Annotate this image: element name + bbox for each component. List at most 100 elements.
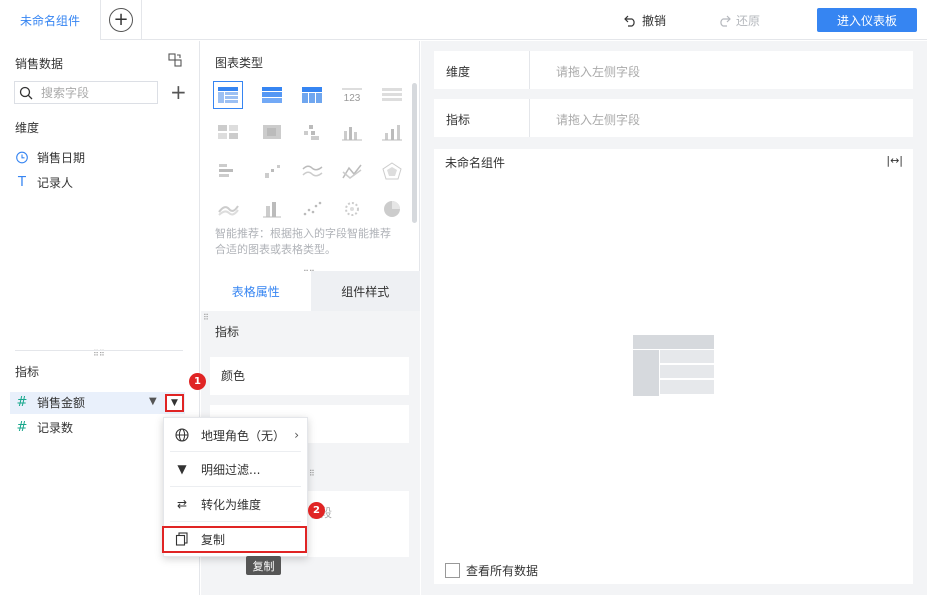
component-canvas: 未命名组件 |↔| 查看所有数据 — [434, 149, 913, 584]
view-all-label: 查看所有数据 — [466, 564, 539, 578]
pie-chart-icon[interactable] — [377, 195, 407, 223]
bar-chart-icon[interactable] — [337, 118, 367, 146]
field-recorder[interactable]: T 记录人 — [15, 174, 73, 191]
tab-label: 未命名组件 — [19, 13, 80, 28]
field-sales-date[interactable]: 销售日期 — [15, 149, 85, 166]
cross-table-icon[interactable] — [297, 81, 327, 109]
area-chart-icon[interactable] — [337, 157, 367, 185]
tab-component[interactable]: 未命名组件 — [0, 0, 101, 40]
number-card-label: 123 — [344, 93, 361, 104]
add-field-icon[interactable]: + — [170, 81, 187, 103]
tab-divider — [141, 0, 142, 40]
property-tabs: 表格属性 组件样式 — [201, 271, 420, 311]
line-chart-icon[interactable] — [297, 157, 327, 185]
text-type-icon: T — [18, 175, 26, 190]
menu-label: 转化为维度 — [201, 497, 262, 512]
radar-chart-icon[interactable] — [377, 157, 407, 185]
column-chart-icon[interactable] — [377, 118, 407, 146]
field-label: 记录人 — [37, 176, 74, 190]
caret-down-icon: ▼ — [171, 398, 178, 408]
scatter-bars-icon[interactable] — [257, 157, 287, 185]
switch-dataset-icon[interactable] — [168, 53, 182, 67]
canvas-area: 维度 请拖入左侧字段 指标 请拖入左侧字段 未命名组件 |↔| 查看所有数据 — [421, 41, 927, 595]
clock-icon — [16, 151, 28, 164]
resize-grip-icon[interactable]: ⠿ — [203, 313, 209, 322]
field-label: 记录数 — [37, 421, 74, 435]
indicator-dropzone[interactable]: 指标 请拖入左侧字段 — [434, 99, 913, 137]
enter-dashboard-label: 进入仪表板 — [836, 13, 897, 28]
chevron-right-icon: › — [294, 428, 299, 442]
add-tab-icon[interactable]: + — [109, 8, 133, 32]
enter-dashboard-button[interactable]: 进入仪表板 — [817, 8, 917, 32]
dimensions-heading: 维度 — [15, 121, 40, 135]
stream-chart-icon[interactable] — [213, 195, 243, 223]
smart-recommend-hint: 智能推荐：根据拖入的字段智能推荐合适的图表或表格类型。 — [215, 227, 391, 256]
scatter-plot-icon[interactable] — [297, 195, 327, 223]
chart-type-scrollbar[interactable] — [412, 83, 417, 223]
field-label: 销售金额 — [37, 396, 86, 410]
search-placeholder: 搜索字段 — [41, 86, 90, 100]
tab-label: 表格属性 — [231, 284, 280, 299]
grouped-table-icon[interactable] — [213, 81, 243, 109]
view-all-data-toggle[interactable]: 查看所有数据 — [445, 562, 538, 579]
redo-icon — [720, 15, 731, 27]
chart-type-title: 图表类型 — [215, 56, 264, 70]
menu-item-detail-filter[interactable]: ▼ 明细过滤... — [164, 452, 307, 486]
hash-icon: # — [16, 395, 28, 410]
dropzone-divider — [529, 99, 530, 137]
view-all-checkbox[interactable] — [445, 563, 460, 578]
field-sales-amount[interactable]: # 销售金额 — [15, 394, 85, 411]
dataset-title: 销售数据 — [15, 57, 64, 71]
dropzone-divider — [529, 51, 530, 89]
field-record-count[interactable]: # 记录数 — [15, 419, 73, 436]
horizontal-bar-icon[interactable] — [213, 157, 243, 185]
list-table-icon[interactable] — [377, 81, 407, 109]
dimension-dropzone[interactable]: 维度 请拖入左侧字段 — [434, 51, 913, 89]
step-badge-1: 1 — [189, 373, 206, 390]
kpi-grid-icon[interactable] — [213, 118, 243, 146]
top-bar: 未命名组件 + 撤销 还原 进入仪表板 — [0, 0, 927, 40]
indicators-heading: 指标 — [15, 365, 40, 379]
empty-table-illustration — [633, 335, 714, 396]
search-input[interactable]: 搜索字段 — [14, 81, 158, 104]
tab-table-properties[interactable]: 表格属性 — [201, 271, 311, 311]
swap-icon: ⇄ — [176, 497, 188, 511]
bubble-chart-icon[interactable] — [337, 195, 367, 223]
number-card-icon[interactable]: 123 — [337, 81, 367, 109]
detail-table-icon[interactable] — [257, 81, 287, 109]
step-badge-2: 2 — [308, 502, 325, 519]
menu-item-convert-dimension[interactable]: ⇄ 转化为维度 — [164, 487, 307, 521]
indicator-dropzone-placeholder: 请拖入左侧字段 — [556, 113, 641, 127]
undo-icon — [624, 15, 635, 27]
filter-icon: ▼ — [177, 462, 187, 476]
dot-matrix-icon[interactable] — [297, 118, 327, 146]
search-icon — [19, 86, 33, 99]
dimension-dropzone-placeholder: 请拖入左侧字段 — [556, 65, 641, 79]
copy-highlight-box — [162, 526, 307, 553]
redo-button[interactable]: 还原 — [718, 12, 760, 29]
globe-icon — [175, 428, 189, 442]
color-property[interactable]: 颜色 — [210, 357, 409, 395]
indicator-dropzone-label: 指标 — [446, 113, 471, 127]
copy-tooltip: 复制 — [246, 556, 281, 575]
menu-item-geo-role[interactable]: 地理角色（无） › — [164, 418, 307, 452]
color-label: 颜色 — [221, 369, 246, 383]
filter-icon[interactable]: ▼ — [149, 396, 157, 407]
props-indicator-heading: 指标 — [215, 325, 240, 339]
hash-icon: # — [16, 420, 28, 435]
tab-label: 组件样式 — [341, 284, 390, 299]
redo-label: 还原 — [736, 14, 761, 28]
field-dropdown-button[interactable]: ▼ — [165, 394, 184, 412]
undo-label: 撤销 — [642, 14, 667, 28]
tab-component-style[interactable]: 组件样式 — [310, 271, 420, 311]
canvas-title: 未命名组件 — [445, 156, 506, 170]
menu-label: 明细过滤... — [201, 462, 261, 477]
undo-button[interactable]: 撤销 — [624, 12, 666, 29]
field-label: 销售日期 — [37, 151, 86, 165]
dimension-dropzone-label: 维度 — [446, 65, 471, 79]
heatmap-icon[interactable] — [257, 118, 287, 146]
menu-label: 地理角色（无） — [201, 428, 286, 443]
panel-divider — [15, 350, 183, 351]
stacked-column-icon[interactable] — [257, 195, 287, 223]
expand-width-icon[interactable]: |↔| — [886, 154, 903, 167]
